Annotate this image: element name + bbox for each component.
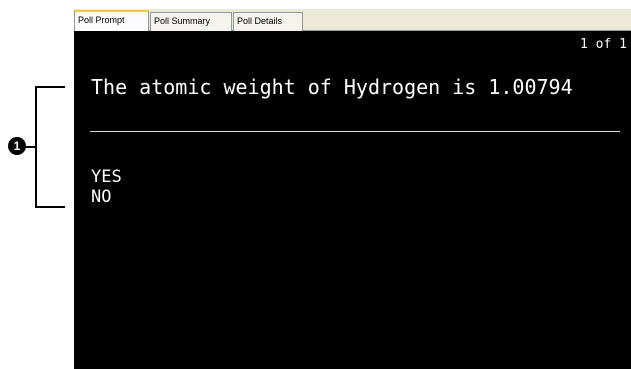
answer-list: YES NO xyxy=(91,167,122,207)
tab-poll-details[interactable]: Poll Details xyxy=(233,12,303,31)
question-divider xyxy=(90,131,620,132)
answer-option-no[interactable]: NO xyxy=(91,187,122,207)
poll-question: The atomic weight of Hydrogen is 1.00794 xyxy=(91,75,573,99)
tab-poll-summary[interactable]: Poll Summary xyxy=(150,12,232,31)
tab-strip: Poll Prompt Poll Summary Poll Details xyxy=(74,9,631,31)
tab-poll-prompt[interactable]: Poll Prompt xyxy=(74,10,149,31)
question-counter: 1 of 1 xyxy=(580,37,627,52)
poll-display-panel: 1 of 1 The atomic weight of Hydrogen is … xyxy=(74,31,631,369)
answer-option-yes[interactable]: YES xyxy=(91,167,122,187)
callout-bracket xyxy=(35,86,65,208)
